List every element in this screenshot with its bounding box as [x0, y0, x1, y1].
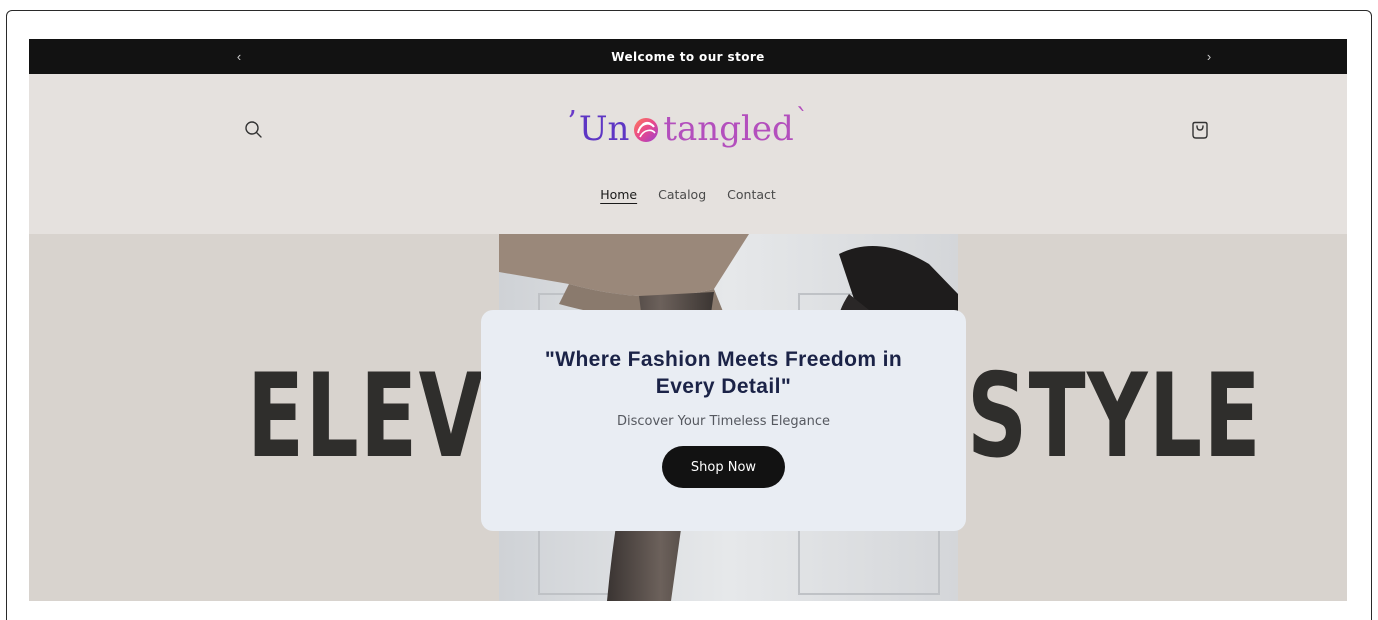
- hero-banner: ELEV STYLE "Where Fashion Meets Freedom …: [29, 234, 1347, 601]
- announcement-text: Welcome to our store: [611, 49, 765, 64]
- main-navigation: Home Catalog Contact: [29, 187, 1347, 207]
- nav-item-catalog[interactable]: Catalog: [658, 187, 706, 207]
- hero-promo-card: "Where Fashion Meets Freedom in Every De…: [481, 310, 966, 531]
- hero-heading: "Where Fashion Meets Freedom in Every De…: [544, 348, 903, 398]
- shop-now-button[interactable]: Shop Now: [662, 446, 785, 488]
- cart-icon: [1192, 121, 1208, 139]
- announcement-bar: ‹ Welcome to our store ›: [29, 39, 1347, 74]
- hero-background-word-right: STYLE: [967, 349, 1263, 484]
- store-page: ‹ Welcome to our store › ’ Un tangled ` …: [29, 39, 1347, 601]
- logo-text-start: Un: [578, 109, 630, 149]
- logo-mark: ’: [567, 105, 577, 140]
- announcement-prev-button[interactable]: ‹: [224, 39, 254, 74]
- site-header: ’ Un tangled ` Home Catalog Contact: [29, 74, 1347, 234]
- logo-tail: `: [795, 104, 809, 134]
- nav-item-home[interactable]: Home: [600, 187, 637, 207]
- browser-frame: ‹ Welcome to our store › ’ Un tangled ` …: [6, 10, 1372, 620]
- chevron-left-icon: ‹: [236, 49, 242, 64]
- hair-swirl-icon: [634, 118, 659, 142]
- nav-item-contact[interactable]: Contact: [727, 187, 776, 207]
- cart-button[interactable]: [1188, 118, 1212, 142]
- logo-text-end: tangled: [663, 109, 794, 149]
- hero-background-word-left: ELEV: [247, 349, 485, 484]
- hero-subheading: Discover Your Timeless Elegance: [616, 414, 831, 429]
- store-logo: ’ Un tangled `: [567, 106, 808, 149]
- announcement-next-button[interactable]: ›: [1194, 39, 1224, 74]
- chevron-right-icon: ›: [1206, 49, 1212, 64]
- store-logo-link[interactable]: ’ Un tangled `: [29, 104, 1347, 154]
